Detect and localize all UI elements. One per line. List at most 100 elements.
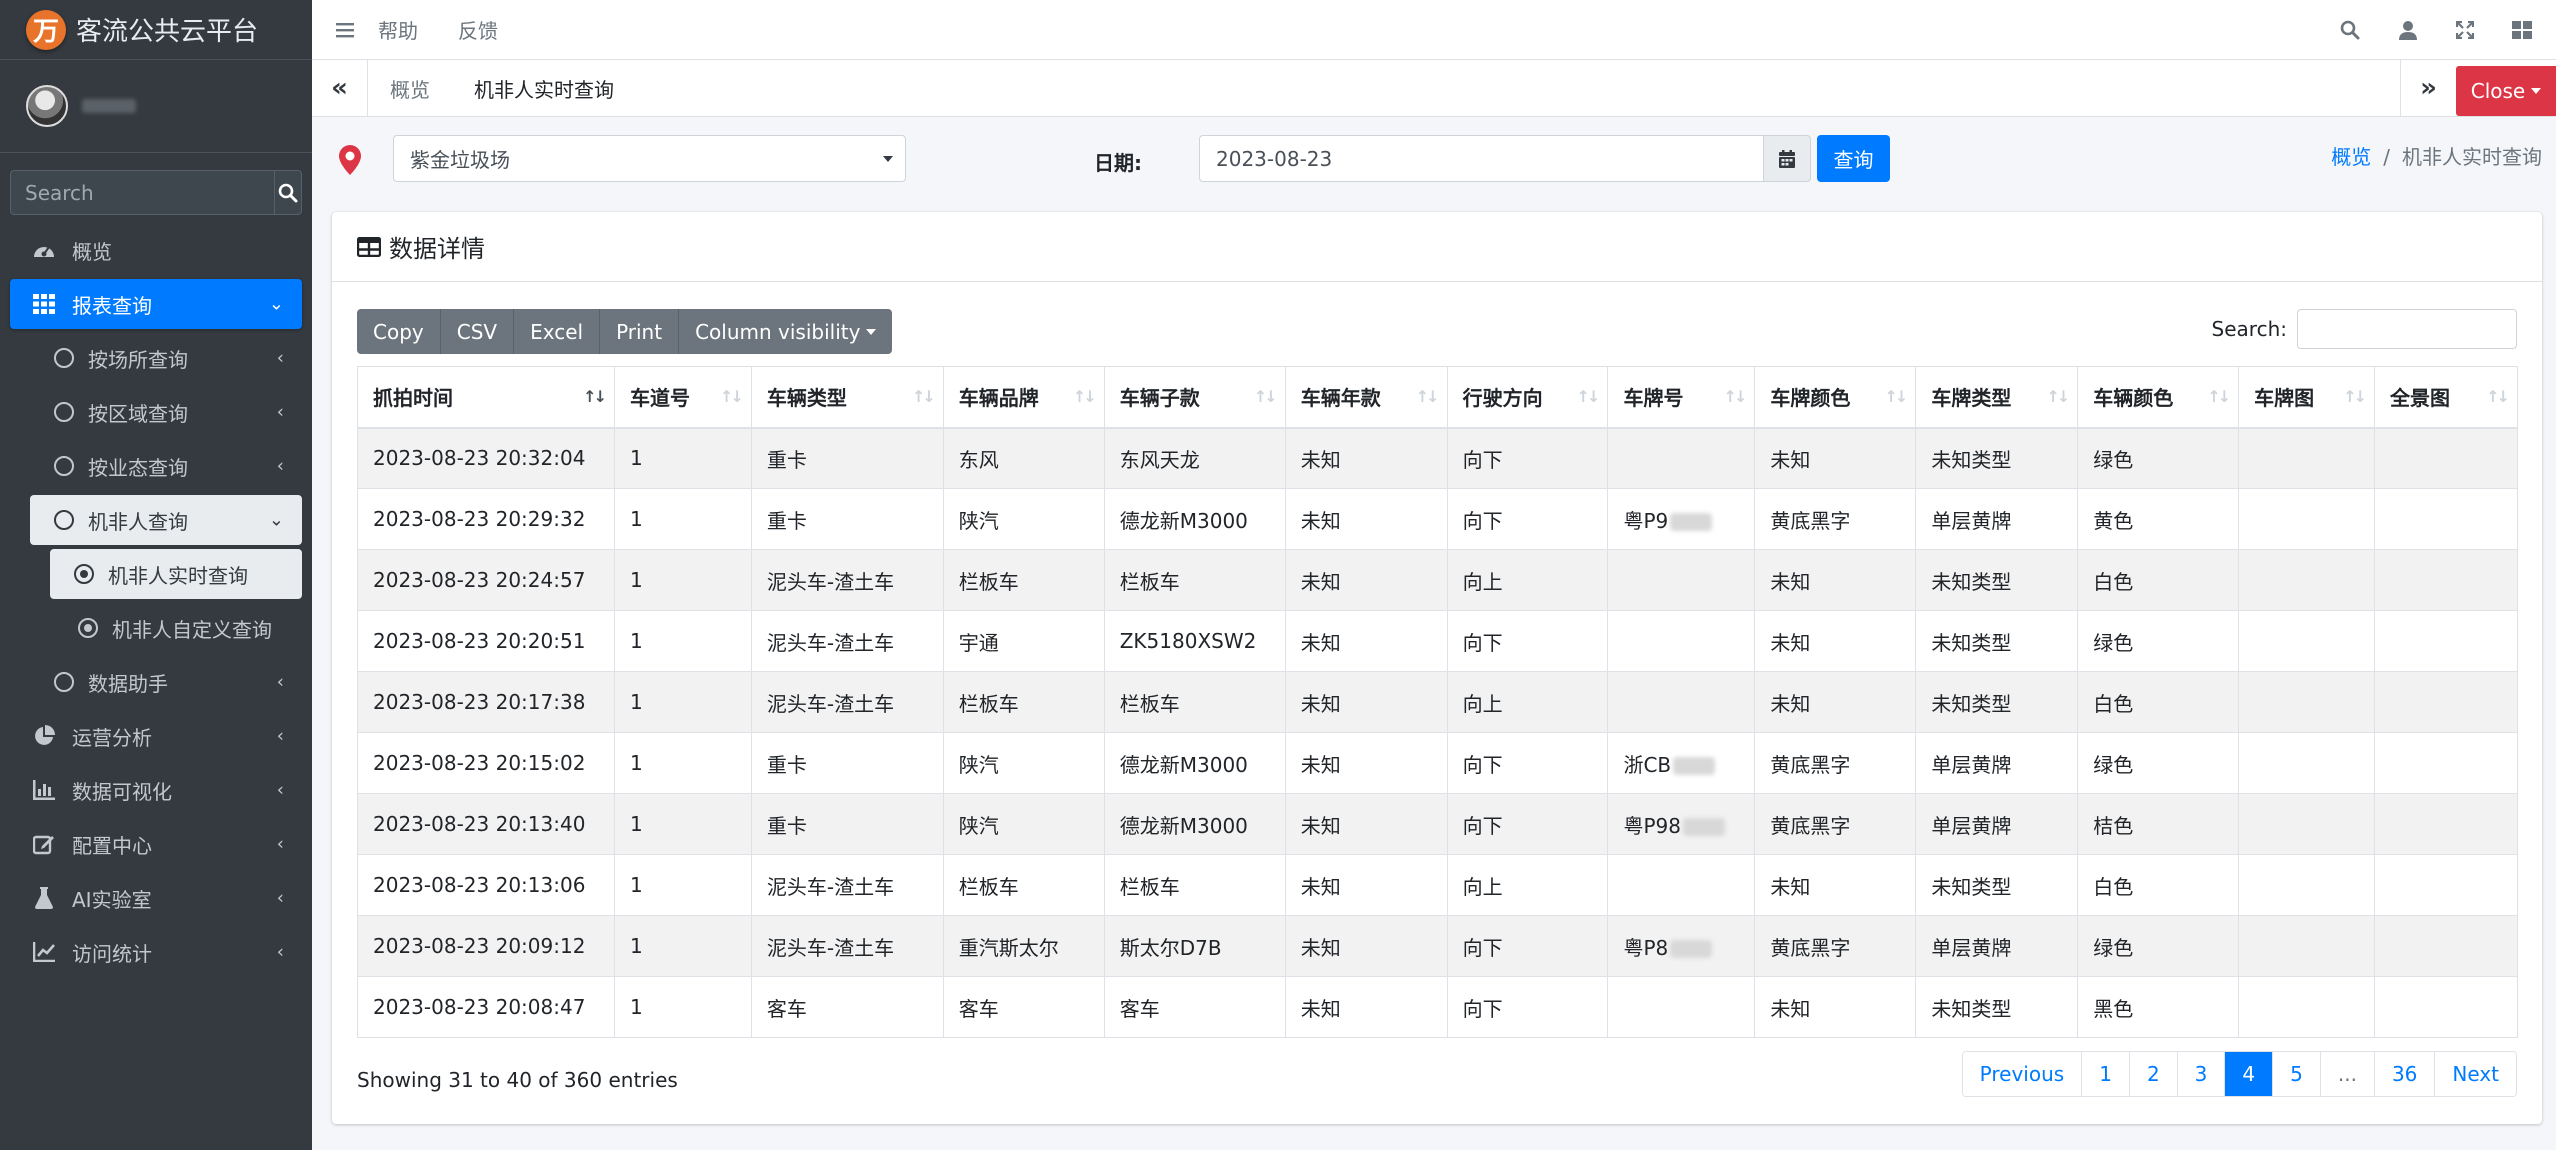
chevron-left-icon: ‹ [276,887,284,909]
table-row[interactable]: 2023-08-23 20:08:47 1 客车 客车 客车 未知 向下 未知 未知类型 黑色 [357,976,2518,1038]
table-row[interactable]: 2023-08-23 20:13:40 1 重卡 陕汽 德龙新M3000 未知 向下 粤P98… [357,793,2518,855]
close-tabs-dropdown-button[interactable]: Close [2456,66,2556,116]
tab-overview[interactable]: 概览 [368,60,452,117]
sidebar-item-reports[interactable]: 报表查询 ⌄ [10,279,302,329]
page-3-button[interactable]: 3 [2177,1052,2226,1096]
breadcrumb-home-link[interactable]: 概览 [2331,145,2371,169]
sidebar-item-access-stats[interactable]: 访问统计 ‹ [10,927,302,977]
search-icon[interactable] [2340,20,2360,40]
chevron-down-icon: ⌄ [268,509,284,531]
feedback-link[interactable]: 反馈 [458,15,498,44]
help-link[interactable]: 帮助 [378,15,418,44]
query-button[interactable]: 查询 [1817,135,1890,182]
table-cell: 未知 [1284,549,1448,611]
column-header[interactable]: 车辆子款 ↑↓ [1103,366,1286,429]
table-cell: 重卡 [750,793,944,855]
table-cell-value: 未知 [1770,874,1811,899]
table-row[interactable]: 2023-08-23 20:09:12 1 泥头车-渣土车 重汽斯太尔 斯太尔D7B 未知… [357,915,2518,977]
column-header-label: 车牌类型 [1931,386,2012,411]
sidebar-item-vehicle-query[interactable]: 机非人查询 ⌄ [30,495,302,545]
apps-grid-icon[interactable] [2512,21,2532,39]
table-row[interactable]: 2023-08-23 20:15:02 1 重卡 陕汽 德龙新M3000 未知 向下 浙CB 黄… [357,732,2518,794]
column-header[interactable]: 全景图 ↑↓ [2374,366,2518,429]
column-header[interactable]: 车辆年款 ↑↓ [1284,366,1448,429]
sidebar-search-button[interactable] [274,170,302,215]
table-cell-value: 客车 [958,996,999,1021]
table-cell: 2023-08-23 20:24:57 [357,549,615,611]
table-cell-value: 1 [629,812,643,836]
tabs-scroll-left-button[interactable]: « [312,59,368,117]
column-header[interactable]: 车牌图 ↑↓ [2238,366,2376,429]
user-icon[interactable] [2398,20,2418,40]
column-header[interactable]: 车牌颜色 ↑↓ [1754,366,1917,429]
fullscreen-icon[interactable] [2456,21,2474,39]
breadcrumb-current: 机非人实时查询 [2402,145,2542,169]
date-input[interactable]: 2023-08-23 [1199,135,1764,182]
site-select[interactable]: 紫金垃圾场 [393,135,906,182]
hamburger-menu-button[interactable] [312,22,378,38]
calendar-button[interactable] [1763,135,1811,182]
previous-page-button[interactable]: Previous [1962,1052,2083,1096]
sidebar-item-overview[interactable]: 概览 [10,225,302,275]
table-cell: 1 [613,671,752,733]
table-row[interactable]: 2023-08-23 20:17:38 1 泥头车-渣土车 栏板车 栏板车 未知 向上 未知 未… [357,671,2518,733]
brand[interactable]: 万 客流公共云平台 [0,0,312,60]
user-panel[interactable] [0,60,312,153]
tab-vehicle-realtime[interactable]: 机非人实时查询 [452,60,636,117]
table-cell [1607,427,1756,489]
table-cell: 东风天龙 [1103,427,1286,489]
sidebar-item-vehicle-custom[interactable]: 机非人自定义查询 [10,603,302,653]
table-row[interactable]: 2023-08-23 20:13:06 1 泥头车-渣土车 栏板车 栏板车 未知 向上 未知 未… [357,854,2518,916]
column-header[interactable]: 行驶方向 ↑↓ [1446,366,1609,429]
page-4-button[interactable]: 4 [2225,1052,2274,1096]
table-row[interactable]: 2023-08-23 20:24:57 1 泥头车-渣土车 栏板车 栏板车 未知 向上 未知 未… [357,549,2518,611]
sidebar-item-label: 机非人自定义查询 [112,617,272,642]
csv-button[interactable]: CSV [441,309,515,354]
page-2-button[interactable]: 2 [2129,1052,2178,1096]
column-header[interactable]: 车辆品牌 ↑↓ [942,366,1105,429]
print-button[interactable]: Print [600,309,680,354]
column-header[interactable]: 车牌号 ↑↓ [1607,366,1756,429]
sidebar-item-ai-lab[interactable]: AI实验室 ‹ [10,873,302,923]
table-cell-value: 绿色 [2093,935,2134,960]
sidebar-item-by-business[interactable]: 按业态查询 ‹ [10,441,302,491]
page-36-button[interactable]: 36 [2374,1052,2436,1096]
table-cell-value: 单层黄牌 [1931,935,2012,960]
table-cell-value: 1 [629,507,643,531]
sidebar-item-by-site[interactable]: 按场所查询 ‹ [10,333,302,383]
sidebar-item-config-center[interactable]: 配置中心 ‹ [10,819,302,869]
table-cell: 粤P98 [1607,793,1756,855]
sidebar-item-operation-analysis[interactable]: 运营分析 ‹ [10,711,302,761]
page-5-button[interactable]: 5 [2273,1052,2321,1096]
table-search-input[interactable] [2297,309,2517,349]
excel-button[interactable]: Excel [514,309,601,354]
sort-arrows-icon: ↑↓ [2343,387,2367,406]
column-header[interactable]: 车道号 ↑↓ [613,366,752,429]
table-cell: 重汽斯太尔 [942,915,1105,977]
sidebar-item-by-region[interactable]: 按区域查询 ‹ [10,387,302,437]
sidebar-item-vehicle-realtime[interactable]: 机非人实时查询 [50,549,302,599]
column-header[interactable]: 车辆类型 ↑↓ [750,366,944,429]
page-1-button[interactable]: 1 [2082,1052,2130,1096]
table-row[interactable]: 2023-08-23 20:32:04 1 重卡 东风 东风天龙 未知 向下 未知 未知类型 绿色 [357,427,2518,489]
column-header[interactable]: 抓拍时间 ↑↓ [357,366,615,429]
table-cell: 未知 [1754,610,1917,672]
sidebar-item-visualization[interactable]: 数据可视化 ‹ [10,765,302,815]
table-cell-value: 向下 [1462,630,1503,655]
column-header[interactable]: 车辆颜色 ↑↓ [2077,366,2240,429]
table-row[interactable]: 2023-08-23 20:20:51 1 泥头车-渣土车 宇通 ZK5180XSW2 未… [357,610,2518,672]
table-cell: 未知 [1754,427,1917,489]
copy-button[interactable]: Copy [357,309,441,354]
next-page-button[interactable]: Next [2435,1052,2516,1096]
table-row[interactable]: 2023-08-23 20:29:32 1 重卡 陕汽 德龙新M3000 未知 向下 粤P9 黄… [357,488,2518,550]
table-cell: 1 [613,610,752,672]
table-cell-value: 德龙新M3000 [1119,813,1248,838]
sidebar-item-data-assistant[interactable]: 数据助手 ‹ [10,657,302,707]
sidebar-search-input[interactable] [10,170,274,215]
column-visibility-button[interactable]: Column visibility [679,309,892,354]
export-button-group: Copy CSV Excel Print Column visibility [357,309,893,354]
chevron-left-icon: ‹ [276,401,284,423]
avatar[interactable] [26,85,68,127]
column-header[interactable]: 车牌类型 ↑↓ [1915,366,2079,429]
tabs-scroll-right-button[interactable]: » [2400,59,2456,117]
